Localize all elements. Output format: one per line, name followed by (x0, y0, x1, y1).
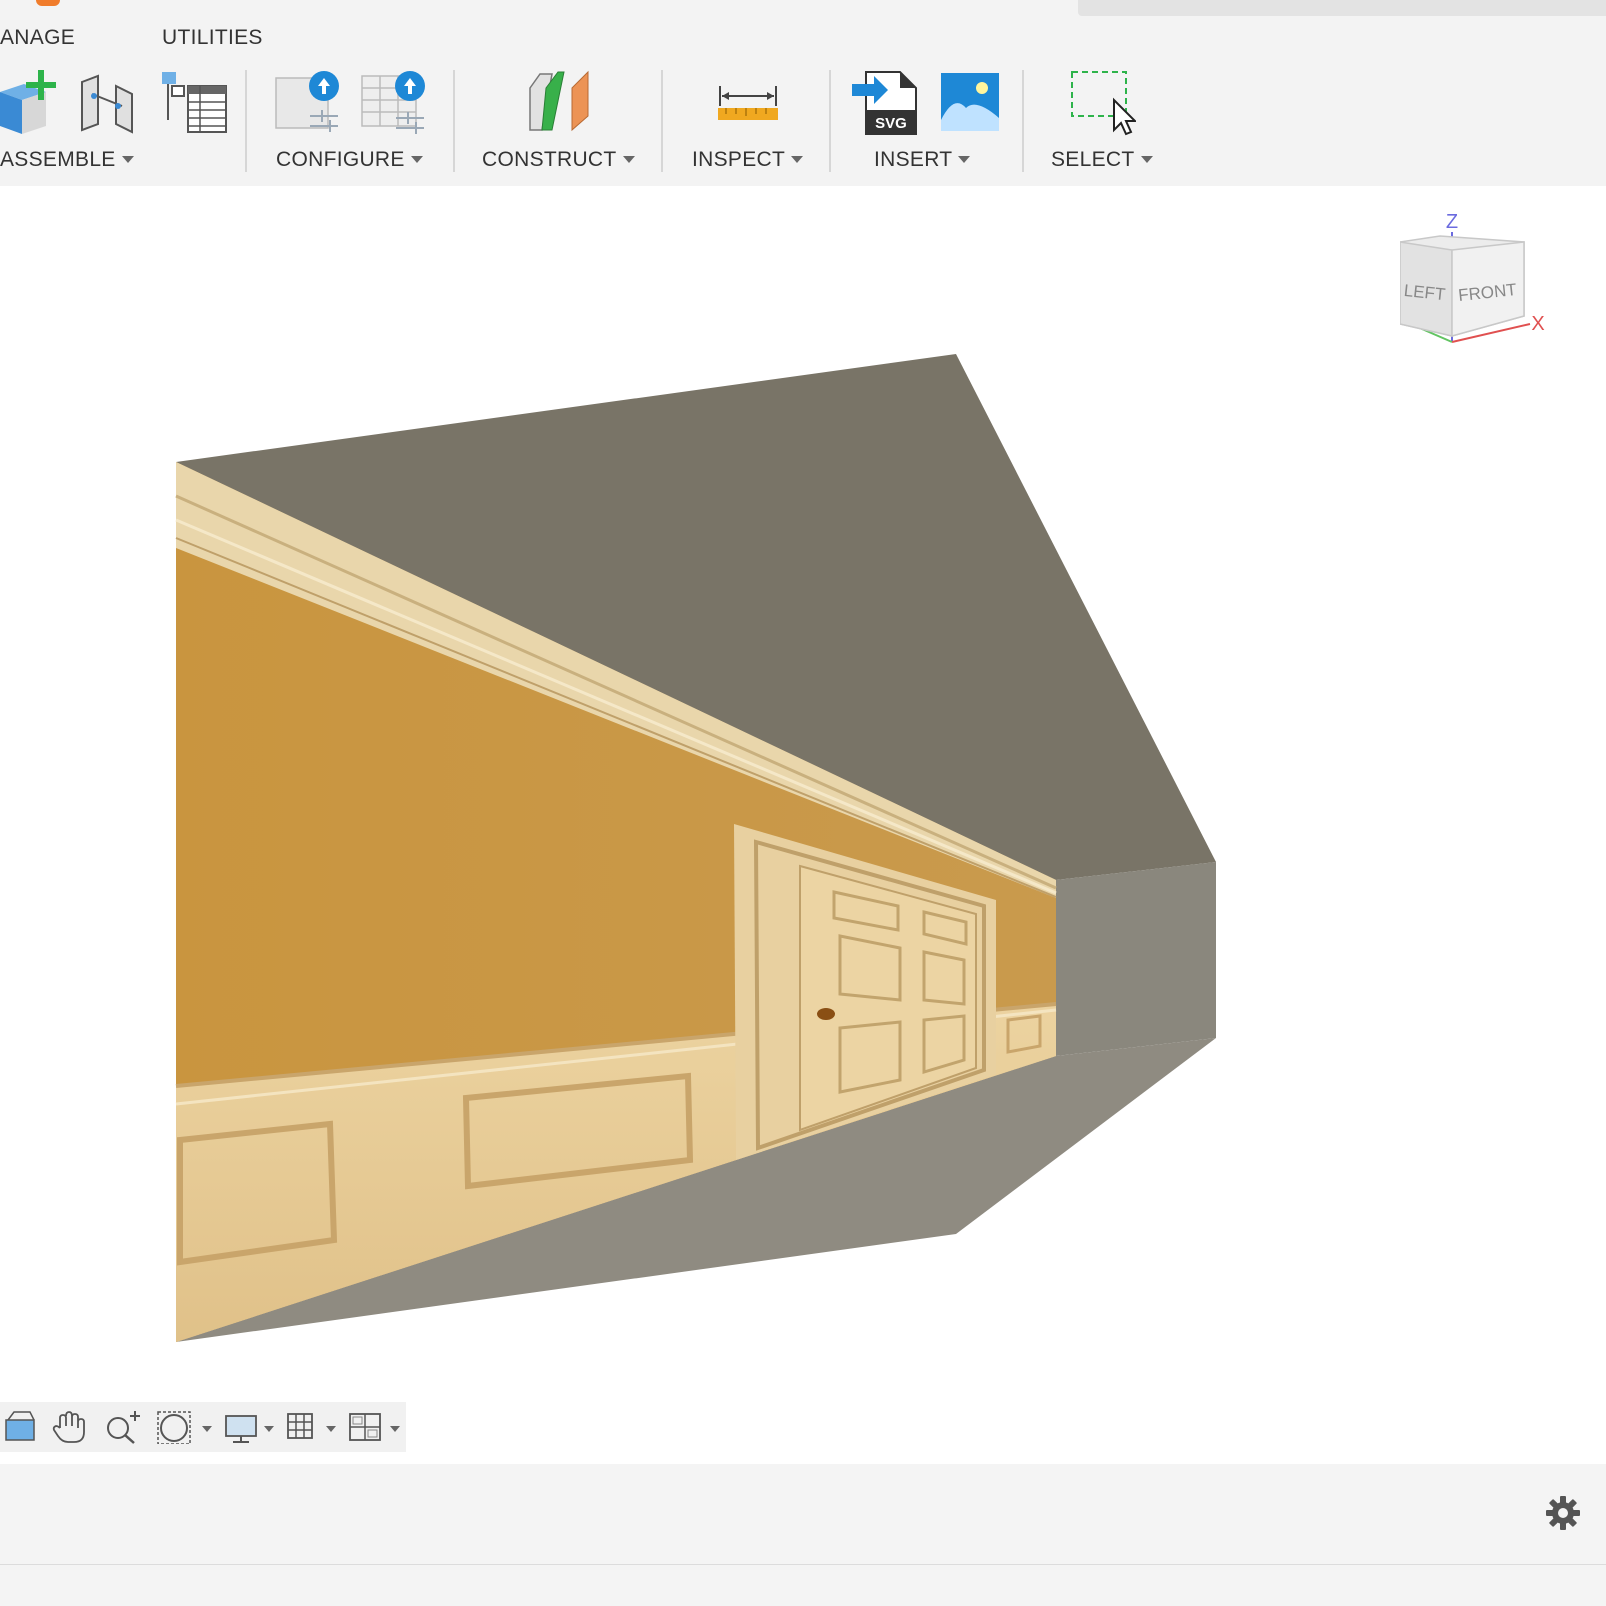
fit-icon[interactable] (156, 1410, 214, 1445)
grid-icon[interactable] (286, 1410, 338, 1444)
bottom-strip (0, 1565, 1606, 1606)
canvas-viewport[interactable]: LEFT FRONT Z X Y (0, 186, 1606, 1464)
configure-label: CONFIGURE (276, 148, 405, 171)
end-face (1056, 862, 1216, 1056)
zoom-icon[interactable] (104, 1410, 142, 1444)
measure-icon[interactable] (716, 84, 780, 124)
viewcube[interactable]: LEFT FRONT Z X Y (1381, 211, 1580, 382)
chevron-down-icon (410, 156, 423, 163)
window-select-icon[interactable] (1070, 70, 1138, 136)
chevron-down-icon (121, 156, 134, 163)
toolbar-divider (453, 70, 455, 172)
insert-label: INSERT (874, 148, 953, 171)
decal-icon[interactable] (940, 72, 1000, 132)
configure-table-icon[interactable] (360, 70, 430, 136)
toolbar: ANAGE UTILITIES ASSEMBLE CONFIGURE CONST… (0, 0, 1606, 186)
construct-menu[interactable]: CONSTRUCT (482, 148, 635, 172)
select-label: SELECT (1051, 148, 1135, 171)
status-bar (0, 1464, 1606, 1565)
toolbar-divider (661, 70, 663, 172)
viewports-icon[interactable] (348, 1410, 404, 1444)
assemble-label: ASSEMBLE (0, 148, 116, 171)
assemble-menu[interactable]: ASSEMBLE (0, 148, 134, 172)
configure-params-icon[interactable] (274, 70, 344, 136)
search-bar[interactable] (1078, 0, 1606, 16)
axis-x-label: X (1531, 313, 1544, 335)
inspect-label: INSPECT (692, 148, 786, 171)
svg-badge-text: SVG (875, 115, 907, 132)
orbit-icon[interactable] (4, 1410, 36, 1444)
new-component-icon[interactable] (0, 70, 56, 136)
pan-icon[interactable] (52, 1410, 88, 1444)
chevron-down-icon (1140, 156, 1153, 163)
axis-z-label: Z (1446, 212, 1458, 233)
construct-plane-icon[interactable] (528, 70, 592, 134)
joint-icon[interactable] (78, 72, 138, 134)
toolbar-divider (829, 70, 831, 172)
construct-label: CONSTRUCT (482, 148, 617, 171)
display-settings-icon[interactable] (224, 1410, 276, 1444)
tab-manage[interactable]: ANAGE (0, 26, 75, 50)
hallway-model[interactable] (0, 186, 1606, 1464)
gear-icon[interactable] (1546, 1496, 1580, 1530)
insert-svg-icon[interactable]: SVG (852, 70, 918, 136)
chevron-down-icon (791, 156, 804, 163)
navigation-bar (0, 1402, 406, 1452)
select-menu[interactable]: SELECT (1051, 148, 1153, 172)
inspect-menu[interactable]: INSPECT (692, 148, 804, 172)
app-logo (36, 0, 60, 6)
toolbar-divider (1022, 70, 1024, 172)
chevron-down-icon (958, 156, 971, 163)
insert-menu[interactable]: INSERT (874, 148, 971, 172)
chevron-down-icon (622, 156, 635, 163)
toolbar-divider (245, 70, 247, 172)
door-knob (817, 1008, 835, 1020)
configure-menu[interactable]: CONFIGURE (276, 148, 423, 172)
tab-utilities[interactable]: UTILITIES (162, 26, 263, 50)
bill-of-materials-icon[interactable] (160, 70, 228, 136)
